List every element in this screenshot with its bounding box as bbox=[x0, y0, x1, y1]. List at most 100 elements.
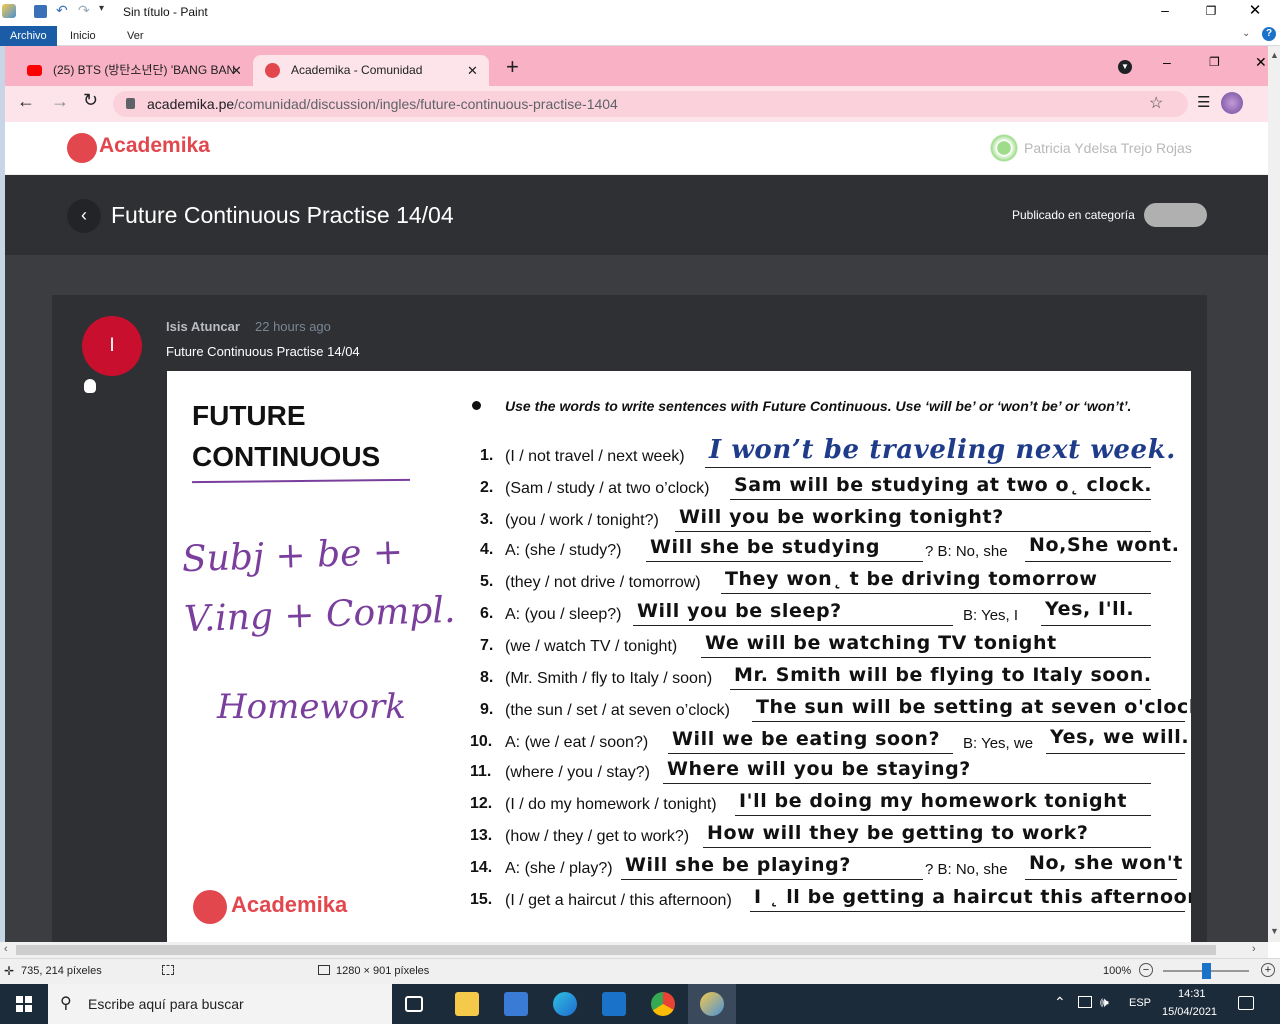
cursor-position-icon: ✛ bbox=[4, 964, 15, 978]
close-tab-icon[interactable]: ✕ bbox=[231, 55, 242, 86]
exercise-reply-answer: Yes, we will. bbox=[1050, 726, 1190, 748]
answer-line bbox=[633, 625, 953, 626]
back-icon[interactable]: ← bbox=[17, 91, 35, 112]
exercise-number: 4. bbox=[480, 541, 494, 558]
address-bar[interactable]: academika.pe/comunidad/discussion/ingles… bbox=[113, 91, 1188, 117]
scroll-left-icon[interactable]: ‹ bbox=[4, 943, 8, 955]
help-icon[interactable]: ? bbox=[1262, 27, 1276, 41]
window-title: Sin título - Paint bbox=[123, 5, 208, 19]
zoom-out-button[interactable]: − bbox=[1139, 963, 1153, 977]
volume-icon[interactable]: 🕪 bbox=[1100, 994, 1109, 1011]
browser-tab-academika[interactable]: Academika - Comunidad ✕ bbox=[253, 55, 489, 86]
category-badge[interactable] bbox=[1144, 203, 1207, 227]
answer-line bbox=[703, 847, 1151, 848]
discussion-header: ‹ Future Continuous Practise 14/04 Publi… bbox=[5, 175, 1268, 255]
tab-search-icon[interactable]: ▼ bbox=[1118, 60, 1132, 74]
answer-line bbox=[663, 783, 1151, 784]
windows-start-icon[interactable] bbox=[16, 996, 32, 1012]
notifications-icon[interactable] bbox=[1238, 996, 1254, 1010]
zoom-slider-thumb[interactable] bbox=[1202, 963, 1211, 979]
tab-inicio[interactable]: Inicio bbox=[60, 26, 106, 46]
close-tab-icon[interactable]: ✕ bbox=[467, 55, 478, 86]
paint-canvas[interactable]: (25) BTS (방탄소년단) 'BANG BAN ✕ Academika -… bbox=[5, 46, 1268, 942]
tab-archivo[interactable]: Archivo bbox=[0, 26, 57, 46]
close-button[interactable]: ✕ bbox=[1240, 0, 1270, 24]
exercise-answer: Will you be working tonight? bbox=[679, 506, 1004, 528]
scroll-up-icon[interactable]: ▲ bbox=[1270, 50, 1279, 60]
window-close-icon[interactable]: ✕ bbox=[1255, 54, 1267, 71]
bookmark-star-icon[interactable]: ☆ bbox=[1149, 91, 1163, 117]
reload-icon[interactable]: ↻ bbox=[83, 90, 98, 111]
horizontal-scrollbar[interactable]: ‹ › bbox=[0, 942, 1268, 958]
microsoft-store-icon[interactable] bbox=[504, 992, 528, 1016]
url-path: /comunidad/discussion/ingles/future-cont… bbox=[234, 96, 618, 112]
chevron-down-icon[interactable]: ⌄ bbox=[1242, 28, 1250, 39]
site-logo[interactable]: Academika bbox=[99, 134, 210, 158]
exercise-row: 8. (Mr. Smith / fly to Italy / soon) Mr. S… bbox=[167, 664, 1191, 695]
exercise-reply-prompt: ? B: No, she bbox=[925, 861, 1008, 878]
exercise-prompt: (Mr. Smith / fly to Italy / soon) bbox=[505, 670, 713, 687]
taskbar-search-input[interactable]: ⚲ Escribe aquí para buscar bbox=[48, 984, 392, 1024]
language-indicator[interactable]: ESP bbox=[1129, 997, 1151, 1009]
exercise-answer: Will you be sleep? bbox=[637, 600, 842, 622]
save-icon[interactable] bbox=[34, 5, 47, 18]
exercise-number: 9. bbox=[480, 701, 494, 718]
maximize-button[interactable]: ❐ bbox=[1196, 0, 1226, 24]
answer-line bbox=[668, 753, 953, 754]
chrome-icon[interactable] bbox=[651, 992, 675, 1016]
exercise-row: 15. (I / get a haircut / this afternoon) I… bbox=[167, 886, 1191, 917]
reading-list-icon[interactable]: ☰ bbox=[1197, 93, 1210, 111]
scroll-right-icon[interactable]: › bbox=[1252, 943, 1256, 955]
exercise-number: 7. bbox=[480, 637, 494, 654]
exercise-answer: How will they be getting to work? bbox=[707, 822, 1089, 844]
reply-answer-line bbox=[1025, 561, 1171, 562]
academika-icon bbox=[265, 63, 280, 78]
zoom-in-button[interactable]: + bbox=[1261, 963, 1275, 977]
answer-line bbox=[730, 689, 1151, 690]
avatar[interactable]: I bbox=[82, 316, 142, 376]
exercise-reply-prompt: B: Yes, we bbox=[963, 735, 1034, 752]
browser-toolbar: ← → ↻ academika.pe/comunidad/discussion/… bbox=[5, 86, 1268, 122]
answer-line bbox=[646, 561, 923, 562]
redo-icon[interactable]: ↷ bbox=[78, 2, 90, 19]
user-name[interactable]: Patricia Ydelsa Trejo Rojas bbox=[1024, 140, 1192, 156]
minimize-button[interactable]: – bbox=[1150, 0, 1180, 24]
vertical-scrollbar[interactable]: ▲ ▼ bbox=[1268, 46, 1280, 942]
horizontal-scroll-thumb[interactable] bbox=[16, 945, 1216, 955]
exercise-prompt: (the sun / set / at seven o’clock) bbox=[505, 702, 730, 719]
window-minimize-icon[interactable]: – bbox=[1163, 54, 1171, 70]
back-button[interactable]: ‹ bbox=[67, 199, 101, 233]
new-tab-icon[interactable]: + bbox=[506, 54, 519, 80]
window-restore-icon[interactable]: ❐ bbox=[1209, 55, 1220, 69]
clock-time[interactable]: 14:31 bbox=[1178, 988, 1206, 1000]
clock-date[interactable]: 15/04/2021 bbox=[1162, 1006, 1217, 1018]
exercise-reply-answer: No,She wont. bbox=[1029, 534, 1180, 556]
exercise-row: 3. (you / work / tonight?) Will you be wor… bbox=[167, 506, 1191, 537]
user-avatar-icon[interactable] bbox=[989, 133, 1019, 163]
exercise-answer: Will she be studying bbox=[650, 536, 881, 558]
undo-icon[interactable]: ↶ bbox=[56, 2, 68, 19]
answer-line bbox=[621, 879, 923, 880]
post-author[interactable]: Isis Atuncar bbox=[166, 319, 240, 334]
scroll-down-icon[interactable]: ▼ bbox=[1270, 926, 1279, 936]
file-explorer-icon[interactable] bbox=[455, 992, 479, 1016]
edge-icon[interactable] bbox=[553, 992, 577, 1016]
exercise-prompt: A: (she / play?) bbox=[505, 860, 613, 877]
academika-logo-icon[interactable] bbox=[67, 133, 97, 163]
exercise-answer: I won’t be traveling next week. bbox=[709, 435, 1176, 465]
task-view-icon[interactable] bbox=[405, 996, 423, 1012]
tab-ver[interactable]: Ver bbox=[117, 26, 154, 46]
exercise-row: 11. (where / you / stay?) Where will you b… bbox=[167, 758, 1191, 789]
network-icon[interactable] bbox=[1078, 996, 1092, 1008]
mail-icon[interactable] bbox=[602, 992, 626, 1016]
exercise-prompt: (how / they / get to work?) bbox=[505, 828, 690, 845]
forward-icon[interactable]: → bbox=[51, 91, 69, 112]
exercise-reply-answer: No, she won't bbox=[1029, 852, 1183, 874]
browser-tab-youtube[interactable]: (25) BTS (방탄소년단) 'BANG BAN ✕ bbox=[15, 55, 253, 86]
quick-access-dropdown-icon[interactable]: ▾ bbox=[99, 3, 104, 14]
exercise-number: 6. bbox=[480, 605, 494, 622]
site-header: Academika Patricia Ydelsa Trejo Rojas bbox=[5, 122, 1268, 175]
tray-chevron-icon[interactable]: ⌃ bbox=[1054, 994, 1066, 1011]
exercise-answer: Where will you be staying? bbox=[667, 758, 971, 780]
profile-avatar[interactable] bbox=[1221, 92, 1243, 114]
